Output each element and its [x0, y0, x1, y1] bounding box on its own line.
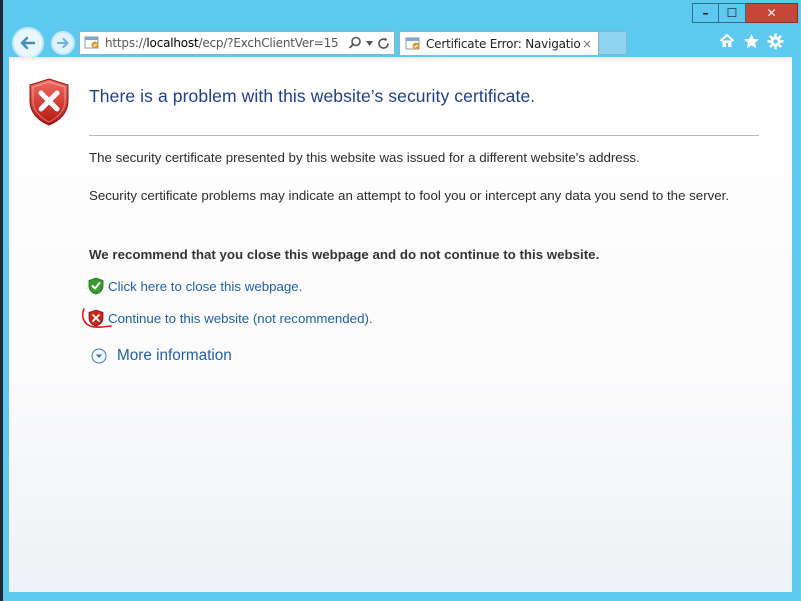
- minimize-button[interactable]: –: [692, 3, 719, 23]
- close-webpage-link-text[interactable]: Click here to close this webpage.: [108, 279, 302, 294]
- page-title: There is a problem with this website’s s…: [89, 86, 536, 106]
- dropdown-arrow-icon[interactable]: [366, 40, 373, 46]
- security-error-shield-icon: [29, 78, 69, 126]
- search-icon[interactable]: [348, 36, 362, 50]
- url-scheme: https://: [105, 36, 147, 50]
- caption-buttons: – ☐ ✕: [692, 3, 798, 23]
- green-shield-check-icon: [88, 277, 104, 295]
- refresh-icon[interactable]: [377, 37, 390, 50]
- more-information-text[interactable]: More information: [117, 347, 232, 365]
- forward-arrow-icon: [57, 38, 69, 48]
- address-tools: [348, 36, 394, 50]
- continue-website-link-text[interactable]: Continue to this website (not recommende…: [108, 311, 373, 326]
- url-path: /ecp/?ExchClientVer=15: [198, 36, 339, 50]
- favorites-button[interactable]: [742, 31, 760, 51]
- certificate-error-page-icon: [84, 36, 99, 49]
- more-information-toggle[interactable]: More information: [91, 347, 232, 365]
- divider: [89, 135, 759, 136]
- tools-gear-icon: [767, 33, 783, 49]
- page-content: There is a problem with this website’s s…: [9, 57, 792, 592]
- maximize-button[interactable]: ☐: [719, 3, 746, 23]
- favorites-star-icon: [743, 33, 759, 48]
- window-edge: [0, 0, 3, 601]
- address-bar[interactable]: https://localhost/ecp/?ExchClientVer=15: [79, 31, 395, 55]
- tab-title: Certificate Error: Navigation...: [426, 36, 580, 51]
- home-button[interactable]: [718, 31, 736, 51]
- hand-drawn-annotation-mark: [81, 308, 112, 328]
- continue-website-link[interactable]: Continue to this website (not recommende…: [88, 309, 373, 327]
- tab-page-icon: [405, 37, 420, 49]
- cert-warning-text: Security certificate problems may indica…: [89, 188, 730, 203]
- close-webpage-link[interactable]: Click here to close this webpage.: [88, 277, 302, 295]
- new-tab-button[interactable]: [599, 31, 627, 55]
- browser-toolbar-icons: [718, 31, 784, 51]
- tools-button[interactable]: [766, 31, 784, 51]
- tab-close-icon[interactable]: ×: [580, 37, 594, 51]
- address-url: https://localhost/ecp/?ExchClientVer=15: [105, 36, 348, 50]
- tab-certificate-error[interactable]: Certificate Error: Navigation... ×: [399, 31, 599, 55]
- recommendation-text: We recommend that you close this webpage…: [89, 247, 600, 262]
- cert-mismatch-text: The security certificate presented by th…: [89, 150, 640, 165]
- browser-window: – ☐ ✕ https://localhost/ecp/?ExchClientV…: [0, 0, 801, 601]
- close-window-button[interactable]: ✕: [746, 3, 798, 23]
- url-host: localhost: [146, 36, 199, 50]
- back-button[interactable]: [12, 27, 44, 59]
- forward-button[interactable]: [51, 31, 75, 55]
- expand-chevron-circle-icon: [91, 348, 107, 364]
- back-arrow-icon: [20, 36, 36, 50]
- home-icon: [719, 34, 735, 47]
